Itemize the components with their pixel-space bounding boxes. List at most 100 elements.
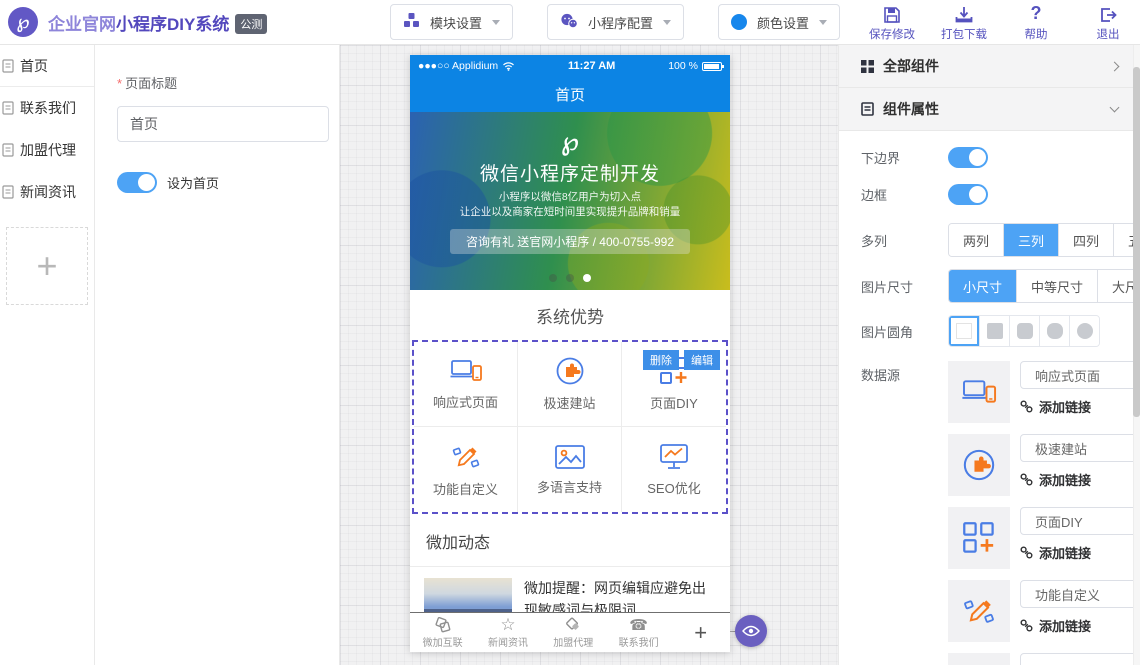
tab-contact[interactable]: ☎ 联系我们 [606, 616, 671, 649]
sidebar-item-label: 首页 [20, 56, 48, 76]
datasource-name-input[interactable] [1020, 361, 1140, 389]
app-title: 企业官网小程序DIY系统公测 [48, 10, 267, 35]
save-button[interactable]: 保存修改 [866, 4, 918, 42]
sidebar-item-agency[interactable]: 加盟代理 [0, 129, 94, 171]
carousel-dot[interactable] [549, 274, 557, 282]
component-props-header[interactable]: 组件属性 [839, 88, 1140, 131]
link-icon [1020, 400, 1033, 413]
border-toggle[interactable] [948, 184, 988, 205]
add-link-label: 添加链接 [1039, 470, 1091, 489]
datasource-thumb[interactable] [948, 580, 1010, 642]
carousel-dot[interactable] [566, 274, 574, 282]
banner-logo-icon: ℘ [410, 126, 730, 157]
datasource-name-input[interactable] [1020, 653, 1140, 665]
size-option-small-selected[interactable]: 小尺寸 [949, 270, 1016, 302]
feature-cell-fastbuild[interactable]: 极速建站 [518, 342, 622, 427]
bottom-border-toggle[interactable] [948, 147, 988, 168]
feature-cell-seo[interactable]: SEO优化 [622, 427, 726, 512]
columns-option-4[interactable]: 四列 [1058, 224, 1113, 256]
miniprogram-config-button[interactable]: 小程序配置 [547, 4, 684, 40]
radius-option-4[interactable] [1069, 316, 1099, 346]
color-settings-button[interactable]: 颜色设置 [718, 4, 840, 40]
datasource-name-input[interactable] [1020, 507, 1140, 535]
seo-monitor-icon [659, 443, 689, 471]
radius-option-2[interactable] [1009, 316, 1039, 346]
page-title-input[interactable] [117, 106, 329, 142]
star-icon: ☆ [500, 616, 515, 633]
help-icon: ? [1031, 4, 1042, 24]
brand-logo-icon: ℘ [8, 7, 38, 37]
feature-cell-custom[interactable]: 功能自定义 [414, 427, 518, 512]
set-home-toggle[interactable] [117, 172, 157, 193]
columns-option-3-selected[interactable]: 三列 [1003, 224, 1058, 256]
app-title-bold: 小程序DIY系统 [116, 15, 229, 34]
delete-component-button[interactable]: 删除 [643, 350, 679, 370]
edit-component-button[interactable]: 编辑 [684, 350, 720, 370]
battery-text: 100 % [668, 60, 698, 72]
border-label: 边框 [861, 185, 926, 204]
datasource-thumb[interactable] [948, 507, 1010, 569]
datasource-fields: 添加链接 [1020, 434, 1140, 496]
banner-heading: 微信小程序定制开发 [410, 159, 730, 186]
scrollbar-thumb[interactable] [1133, 67, 1140, 417]
add-page-button[interactable]: + [6, 227, 88, 305]
phone-icon: ☎ [629, 616, 648, 633]
all-components-label: 全部组件 [883, 56, 939, 76]
sidebar-item-label: 新闻资讯 [20, 182, 76, 202]
feature-label: 多语言支持 [537, 477, 602, 496]
download-button[interactable]: 打包下载 [938, 4, 990, 42]
inspector-panel: 全部组件 组件属性 下边界 边框 多列 两列 三列 四列 [838, 45, 1140, 665]
help-button[interactable]: ? 帮助 [1010, 4, 1062, 42]
feature-label: 极速建站 [543, 393, 595, 412]
radius-option-1[interactable] [979, 316, 1009, 346]
sidebar-item-home[interactable]: 首页 [0, 45, 94, 87]
banner-cta-pill[interactable]: 咨询有礼 送官网小程序 / 400-0755-992 [450, 229, 690, 254]
hero-banner[interactable]: ℘ 微信小程序定制开发 小程序以微信8亿用户为切入点 让企业以及商家在短时间里实… [410, 112, 730, 290]
add-link-button[interactable]: 添加链接 [1020, 470, 1140, 489]
tabbar-add-button[interactable]: + [671, 620, 730, 646]
columns-option-2[interactable]: 两列 [949, 224, 1003, 256]
tab-news[interactable]: ☆ 新闻资讯 [475, 616, 540, 649]
radius-option-3[interactable] [1039, 316, 1069, 346]
carousel-dot-active[interactable] [583, 274, 591, 282]
add-link-button[interactable]: 添加链接 [1020, 397, 1140, 416]
puzzle-icon [962, 448, 996, 482]
datasource-name-input[interactable] [1020, 580, 1140, 608]
exit-button[interactable]: 退出 [1082, 4, 1134, 42]
sidebar-item-news[interactable]: 新闻资讯 [0, 171, 94, 213]
columns-label: 多列 [861, 231, 926, 250]
feature-cell-responsive[interactable]: 响应式页面 [414, 342, 518, 427]
components-grid-icon [861, 60, 874, 73]
color-settings-label: 颜色设置 [757, 13, 809, 32]
border-row: 边框 [861, 184, 1140, 205]
component-action-buttons: 删除 编辑 [643, 350, 720, 370]
image-size-row: 图片尺寸 小尺寸 中等尺寸 大尺寸 [861, 269, 1140, 303]
size-option-medium[interactable]: 中等尺寸 [1016, 270, 1097, 302]
pencil-icon [961, 594, 997, 628]
app-title-light: 企业官网 [48, 15, 116, 34]
properties-doc-icon [861, 102, 874, 116]
radius-option-0-selected[interactable] [949, 316, 979, 346]
chevron-right-icon [1110, 61, 1120, 71]
datasource-thumb[interactable] [948, 434, 1010, 496]
preview-eye-button[interactable] [735, 615, 767, 647]
save-icon [883, 4, 901, 24]
selected-component-outline[interactable]: 删除 编辑 响应式页面 极速建站 页面DIY [412, 340, 728, 514]
add-link-button[interactable]: 添加链接 [1020, 543, 1140, 562]
datasource-thumb[interactable] [948, 361, 1010, 423]
add-link-button[interactable]: 添加链接 [1020, 616, 1140, 635]
pencil-icon [450, 442, 482, 472]
add-link-label: 添加链接 [1039, 616, 1091, 635]
tab-agency[interactable]: 加盟代理 [541, 616, 606, 649]
link-icon [1020, 619, 1033, 632]
inspector-scrollbar[interactable] [1133, 45, 1140, 665]
datasource-name-input[interactable] [1020, 434, 1140, 462]
tab-weijia[interactable]: 微加互联 [410, 616, 475, 649]
bottom-border-label: 下边界 [861, 148, 926, 167]
datasource-thumb[interactable] [948, 653, 1010, 665]
module-settings-button[interactable]: 模块设置 [390, 4, 513, 40]
sidebar-item-contact[interactable]: 联系我们 [0, 87, 94, 129]
all-components-header[interactable]: 全部组件 [839, 45, 1140, 88]
carrier-text: ●●●○○ Applidium [418, 60, 498, 72]
feature-cell-multilang[interactable]: 多语言支持 [518, 427, 622, 512]
